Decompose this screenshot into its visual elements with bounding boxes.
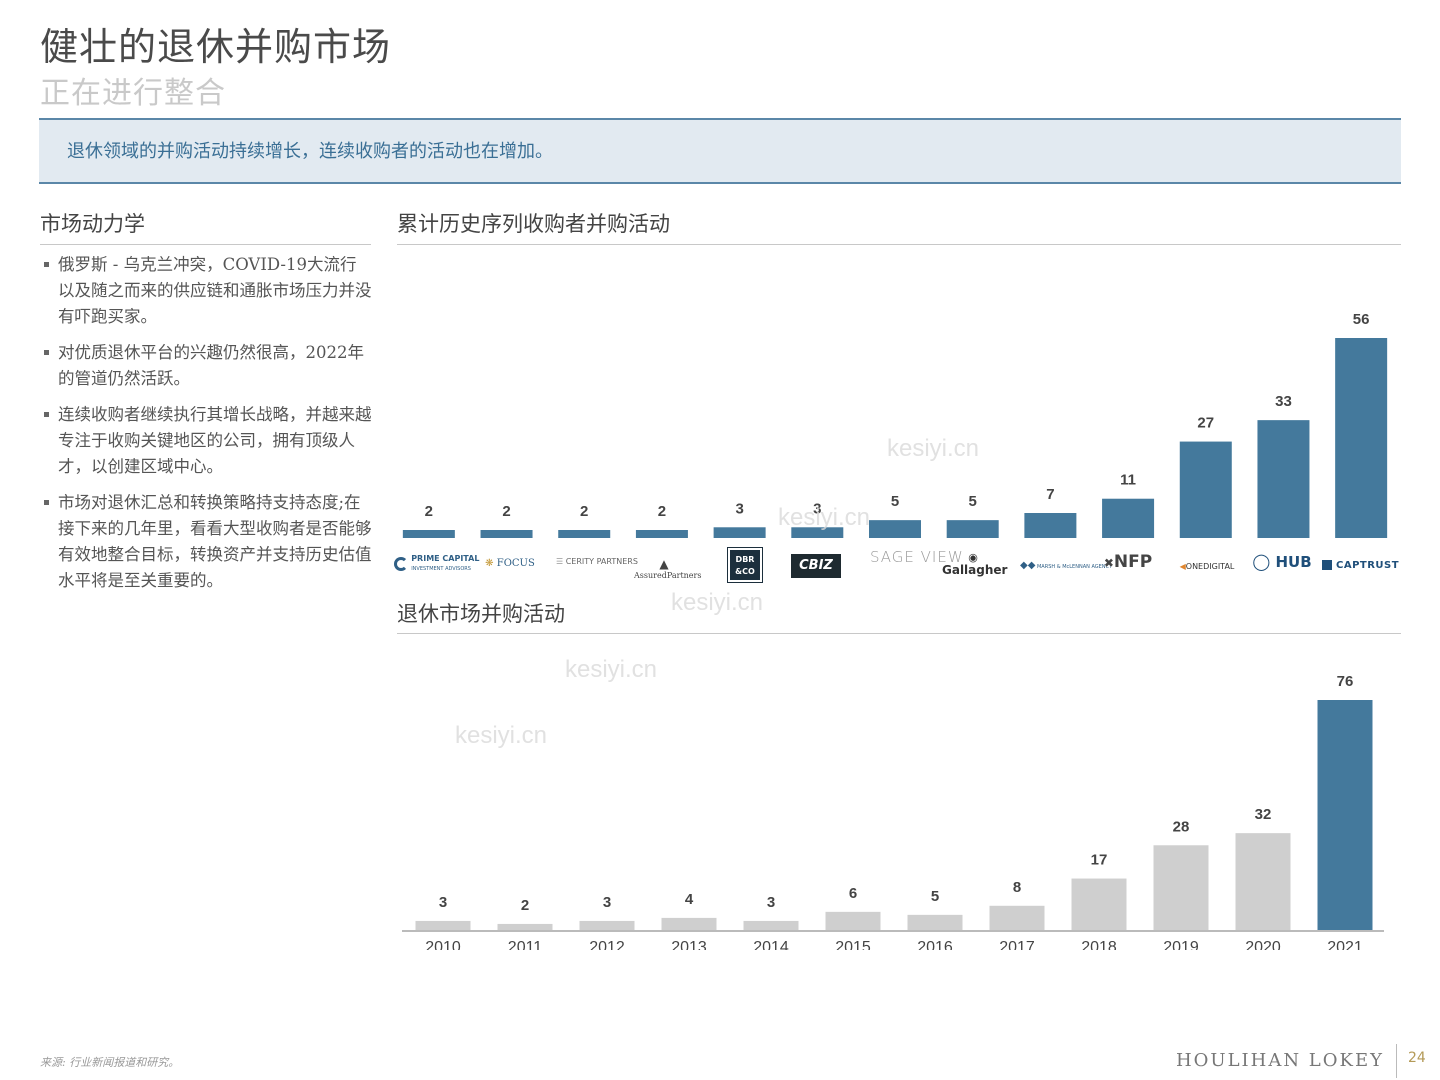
bar-value-label: 4 [685, 891, 694, 908]
bar-2013 [661, 917, 717, 930]
bar-dbr-co [713, 527, 766, 538]
bar-captrust [1335, 338, 1388, 538]
bar-2012 [579, 920, 635, 930]
bar-value-label: 3 [767, 894, 775, 911]
bar-value-label: 2 [580, 503, 588, 520]
cerity-partners-logo: ☰ CERITY PARTNERS [556, 557, 638, 566]
onedigital-logo: ◀ONEDIGITAL [1179, 562, 1235, 571]
bar-hub [1257, 420, 1310, 538]
category-label: 2013 [671, 939, 707, 950]
bar-value-label: 28 [1173, 818, 1190, 835]
bar-value-label: 76 [1337, 673, 1354, 690]
page-number: 24 [1408, 1050, 1426, 1066]
banner-text: 退休领域的并购活动持续增长，连续收购者的活动也在增加。 [67, 141, 553, 162]
category-label: 2020 [1245, 939, 1281, 950]
bar-value-label: 3 [813, 500, 821, 517]
footer-divider [1396, 1044, 1397, 1078]
summary-banner: 退休领域的并购活动持续增长，连续收购者的活动也在增加。 [39, 118, 1401, 184]
category-label: 2017 [999, 939, 1035, 950]
page-subtitle: 正在进行整合 [40, 76, 226, 111]
bar-prime-capital [402, 530, 455, 538]
bar-2010 [415, 920, 471, 930]
assured-partners-logo: ▲ AssuredPartners [634, 557, 702, 580]
bar-2020 [1235, 833, 1291, 930]
category-label: 2014 [753, 939, 789, 950]
bar-value-label: 32 [1255, 806, 1272, 823]
marsh-mclennan-logo: ◆◆ MARSH & McLENNAN AGENCY [1020, 560, 1113, 571]
bar-value-label: 56 [1353, 311, 1370, 328]
acquirers-bar-chart: 2 2 2 2 3 3 5 5 711273356 [402, 311, 1388, 538]
nfp-logo: ✖NFP [1103, 552, 1153, 572]
bar-cerity-partners [558, 530, 611, 538]
bar-value-label: 5 [969, 493, 977, 510]
left-section-rule [40, 244, 371, 245]
bullet-item: 俄罗斯 - 乌克兰冲突，COVID-19大流行以及随之而来的供应链和通胀市场压力… [42, 252, 372, 330]
bar-focus [480, 530, 533, 538]
bar-value-label: 2 [521, 897, 529, 914]
brand-logo-text: HOULIHAN LOKEY [1175, 1050, 1384, 1071]
dbr-logo: DBR &CO [727, 547, 763, 583]
category-label: 2016 [917, 939, 953, 950]
bar-2018 [1071, 878, 1127, 930]
bar-2021 [1317, 700, 1373, 930]
bar-value-label: 2 [502, 503, 510, 520]
market-chart-title: 退休市场并购活动 [397, 602, 565, 626]
category-label: 2015 [835, 939, 871, 950]
bar-value-label: 2 [658, 503, 666, 520]
bar-value-label: 5 [891, 493, 899, 510]
bar-value-label: 5 [931, 888, 939, 905]
bar-value-label: 7 [1046, 486, 1054, 503]
bar-value-label: 2 [425, 503, 433, 520]
sage-view-logo: SAGE VIEW [870, 548, 964, 566]
category-label: 2010 [425, 939, 461, 950]
category-label: 2011 [508, 939, 543, 950]
bar-2019 [1153, 845, 1209, 930]
bar-sage-view [869, 520, 921, 538]
bar-2017 [989, 905, 1045, 930]
captrust-logo: CAPTRUST [1322, 560, 1399, 572]
bar-value-label: 3 [439, 894, 447, 911]
source-note: 来源: 行业新闻报道和研究。 [40, 1056, 180, 1069]
bar-value-label: 17 [1091, 852, 1108, 869]
cbiz-logo: CBIZ [791, 554, 841, 578]
bar-assuredpartners [635, 530, 688, 538]
bar-2011 [497, 923, 553, 930]
acquirers-chart-title: 累计历史序列收购者并购活动 [397, 212, 670, 236]
focus-logo: ❋ FOCUS [485, 558, 535, 569]
left-section-heading: 市场动力学 [40, 212, 145, 236]
category-label: 2019 [1163, 939, 1199, 950]
market-bar-chart: 3 2010 2 2011 3 2012 4 2013 3 2014 6 2015 5 2016 8 2017… [402, 673, 1384, 950]
bar-2016 [907, 914, 963, 930]
bar-value-label: 11 [1120, 472, 1136, 489]
bar-value-label: 33 [1275, 393, 1292, 410]
bar-gallagher [946, 520, 999, 538]
category-label: 2012 [589, 939, 625, 950]
page-title: 健壮的退休并购市场 [40, 25, 392, 69]
bar-value-label: 27 [1197, 415, 1214, 432]
category-label: 2018 [1081, 939, 1117, 950]
hub-logo: ◯ HUB [1252, 552, 1312, 571]
market-chart-rule [397, 633, 1401, 634]
acquirers-chart-rule [397, 244, 1401, 245]
bar-value-label: 3 [735, 500, 743, 517]
prime-capital-logo: PRIME CAPITAL INVESTMENT ADVISORS [394, 554, 479, 574]
bar-nfp [1102, 498, 1155, 538]
gallagher-logo: ◉ Gallagher [942, 551, 1008, 577]
bar-onedigital [1179, 441, 1232, 538]
bar-value-label: 6 [849, 885, 857, 902]
bar-2015 [825, 911, 881, 930]
market-dynamics-list: 俄罗斯 - 乌克兰冲突，COVID-19大流行以及随之而来的供应链和通胀市场压力… [42, 252, 372, 604]
bar-2014 [743, 920, 799, 930]
bar-value-label: 8 [1013, 879, 1021, 896]
acquirer-logos-row: PRIME CAPITAL INVESTMENT ADVISORS ❋ FOCUS… [390, 546, 1400, 586]
bar-cbiz [791, 527, 844, 538]
bullet-item: 连续收购者继续执行其增长战略，并越来越专注于收购关键地区的公司，拥有顶级人才，以… [42, 402, 372, 480]
bullet-item: 市场对退休汇总和转换策略持支持态度;在接下来的几年里，看看大型收购者是否能够有效… [42, 490, 372, 594]
watermark-text: kesiyi.cn [671, 589, 763, 616]
category-label: 2021 [1327, 939, 1363, 950]
bullet-item: 对优质退休平台的兴趣仍然很高，2022年的管道仍然活跃。 [42, 340, 372, 392]
bar-value-label: 3 [603, 894, 611, 911]
bar-marsh-mclennan-agency [1024, 513, 1077, 538]
